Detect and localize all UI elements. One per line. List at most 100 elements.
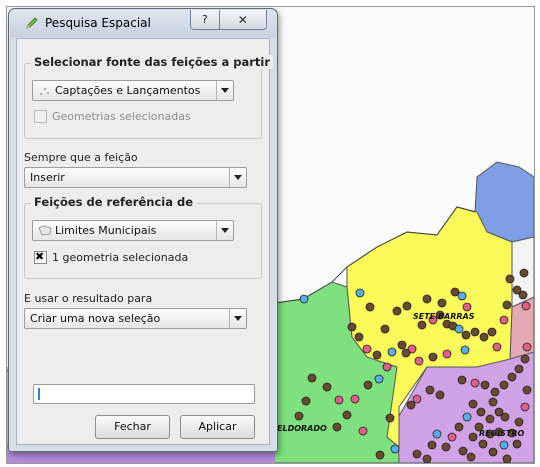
map-point	[462, 412, 472, 422]
map-point	[422, 454, 432, 463]
reference-group-title: Feições de referência de	[31, 195, 197, 209]
result-value: Criar uma nova seleção	[30, 312, 161, 325]
window-buttons: ? ✕	[190, 10, 267, 30]
map-point	[521, 301, 531, 311]
map-point	[334, 395, 344, 405]
source-group: Selecionar fonte das feições a partir Ca…	[24, 55, 273, 139]
help-button[interactable]: ?	[191, 10, 220, 29]
map-point	[470, 327, 480, 337]
map-point	[454, 324, 464, 334]
map-point	[412, 449, 422, 459]
chevron-down-icon[interactable]	[216, 221, 233, 240]
chevron-down-icon[interactable]	[216, 81, 233, 100]
selected-geometries-checkbox[interactable]	[34, 110, 47, 123]
close-window-button[interactable]: ✕	[219, 10, 266, 29]
map-point	[301, 396, 311, 406]
map-point	[457, 291, 467, 301]
map-point	[307, 373, 317, 383]
result-combo[interactable]: Criar uma nova seleção	[24, 308, 247, 329]
map-point	[358, 426, 368, 436]
map-point	[401, 348, 411, 358]
map-point	[387, 347, 397, 357]
selected-geometries-label: Geometrias selecionadas	[52, 110, 191, 123]
map-point	[435, 390, 445, 400]
map-point	[458, 446, 468, 456]
map-point	[461, 330, 471, 340]
map-point	[332, 422, 342, 432]
map-point	[520, 354, 530, 364]
map-point	[514, 364, 524, 374]
label-registro: REGISTRO	[479, 429, 525, 438]
map-point	[322, 382, 332, 392]
map-point	[468, 399, 478, 409]
map-point	[422, 294, 432, 304]
map-point	[432, 429, 442, 439]
screen: SETE BARRAS ELDORADO REGISTRO Pesquisa E…	[0, 0, 540, 467]
map-point	[412, 394, 422, 404]
map-point	[479, 332, 489, 342]
map-point	[417, 320, 427, 330]
map-point	[514, 417, 524, 427]
map-point	[294, 411, 304, 421]
map-point	[499, 440, 509, 450]
one-geometry-checkbox[interactable]	[34, 250, 47, 264]
reference-layer-combo[interactable]: Limites Municipais	[32, 220, 234, 241]
map-point	[375, 450, 385, 460]
map-point	[380, 324, 390, 334]
map-point	[406, 400, 416, 410]
chevron-down-icon[interactable]	[229, 168, 246, 187]
map-point	[382, 362, 392, 372]
map-point	[476, 407, 486, 417]
operation-combo[interactable]: Inserir	[24, 167, 247, 188]
map-point	[362, 344, 372, 354]
close-button[interactable]: Fechar	[95, 415, 170, 439]
map-point	[519, 268, 529, 278]
map-point	[414, 356, 424, 366]
map-point	[363, 380, 373, 390]
map-point	[441, 442, 451, 452]
map-point	[372, 350, 382, 360]
map-point	[355, 288, 365, 298]
map-point	[365, 302, 375, 312]
map-point	[390, 444, 400, 454]
map-point	[385, 413, 395, 423]
point-layer-icon	[40, 88, 49, 95]
map-point	[485, 414, 495, 424]
map-point	[468, 432, 478, 442]
map-point	[347, 322, 357, 332]
map-point	[488, 397, 498, 407]
map-point	[522, 342, 532, 352]
map-point	[392, 306, 402, 316]
map-point	[505, 274, 515, 284]
map-point	[462, 302, 472, 312]
map-point	[490, 387, 500, 397]
result-text-field[interactable]	[33, 384, 255, 404]
apply-button[interactable]: Aplicar	[180, 415, 255, 439]
dialog-title: Pesquisa Espacial	[45, 16, 151, 30]
map-point	[466, 452, 476, 462]
label-eldorado: ELDORADO	[277, 424, 327, 433]
text-caret	[38, 388, 40, 400]
operation-value: Inserir	[30, 171, 65, 184]
map-point	[520, 402, 530, 412]
source-layer-combo[interactable]: Captações e Lançamentos	[32, 80, 234, 101]
map-point	[480, 380, 490, 390]
map-point	[488, 447, 498, 457]
map-point	[428, 352, 438, 362]
map-point	[457, 375, 467, 385]
use-result-label: E usar o resultado para	[24, 292, 153, 305]
polygon-layer-icon	[38, 225, 52, 236]
reference-layer-value: Limites Municipais	[55, 224, 157, 237]
map-point	[427, 440, 437, 450]
map-point	[500, 412, 510, 422]
map-point	[492, 342, 502, 352]
map-point	[350, 394, 360, 404]
map-point	[522, 385, 532, 395]
map-point	[470, 378, 480, 388]
map-point	[460, 345, 470, 355]
dialog-titlebar[interactable]: Pesquisa Espacial ? ✕	[10, 10, 276, 37]
map-point	[518, 290, 528, 300]
chevron-down-icon[interactable]	[229, 309, 246, 328]
map-point	[437, 298, 447, 308]
spatial-query-dialog: Pesquisa Espacial ? ✕ Selecionar fonte d…	[8, 8, 278, 452]
